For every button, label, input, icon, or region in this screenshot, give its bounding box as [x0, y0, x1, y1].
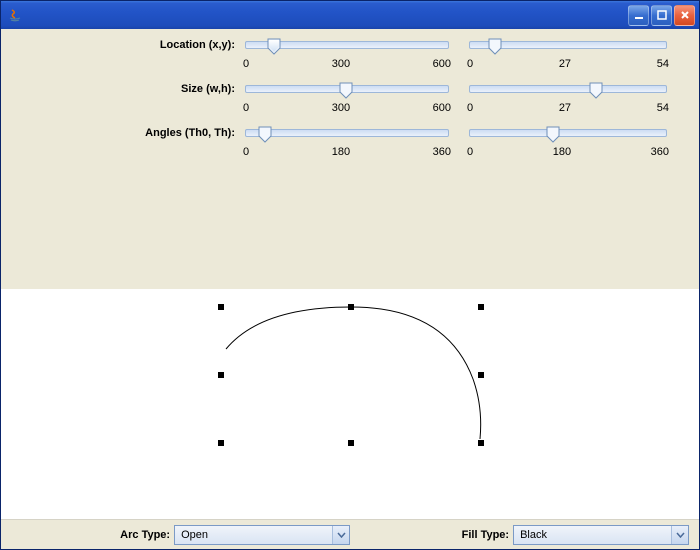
- slider-size-h[interactable]: [465, 81, 671, 101]
- slider-angle-th[interactable]: [465, 125, 671, 145]
- window-buttons: [628, 5, 695, 26]
- minimize-button[interactable]: [628, 5, 649, 26]
- label-arc-type: Arc Type:: [11, 529, 174, 541]
- ticks-size-w: 0 300 600: [241, 102, 453, 114]
- maximize-button[interactable]: [651, 5, 672, 26]
- label-angles: Angles (Th0, Th):: [11, 125, 241, 139]
- row-size: Size (w,h): 0 300 600: [11, 81, 689, 125]
- slider-location-y[interactable]: [465, 37, 671, 57]
- slider-angle-th0[interactable]: [241, 125, 453, 145]
- handle[interactable]: [478, 372, 484, 378]
- handle[interactable]: [218, 440, 224, 446]
- handle[interactable]: [218, 372, 224, 378]
- ticks-angle-th0: 0 180 360: [241, 146, 453, 158]
- java-icon: [7, 7, 23, 23]
- handle[interactable]: [348, 440, 354, 446]
- row-angles: Angles (Th0, Th): 0 180 360: [11, 125, 689, 169]
- combo-arc-type-value: Open: [175, 529, 332, 541]
- close-button[interactable]: [674, 5, 695, 26]
- row-location: Location (x,y): 0 300 600: [11, 37, 689, 81]
- ticks-location-y: 0 27 54: [465, 58, 671, 70]
- combo-fill-type-value: Black: [514, 529, 671, 541]
- ticks-location-x: 0 300 600: [241, 58, 453, 70]
- ticks-angle-th: 0 180 360: [465, 146, 671, 158]
- drawing-canvas[interactable]: [1, 289, 699, 519]
- controls-panel: Location (x,y): 0 300 600: [1, 29, 699, 179]
- label-size: Size (w,h):: [11, 81, 241, 95]
- slider-location-x[interactable]: [241, 37, 453, 57]
- slider-size-w[interactable]: [241, 81, 453, 101]
- spacer: [1, 179, 699, 289]
- handle[interactable]: [478, 304, 484, 310]
- label-location: Location (x,y):: [11, 37, 241, 51]
- label-fill-type: Fill Type:: [350, 529, 513, 541]
- handle[interactable]: [218, 304, 224, 310]
- handle[interactable]: [348, 304, 354, 310]
- ticks-size-h: 0 27 54: [465, 102, 671, 114]
- titlebar: [1, 1, 699, 29]
- content: Location (x,y): 0 300 600: [1, 29, 699, 549]
- handle[interactable]: [478, 440, 484, 446]
- app-window: Location (x,y): 0 300 600: [0, 0, 700, 550]
